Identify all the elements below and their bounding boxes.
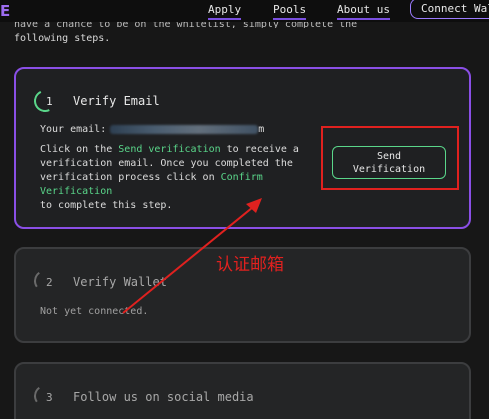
annotation-arrow xyxy=(122,198,262,314)
annotation-label: 认证邮箱 xyxy=(216,255,284,275)
